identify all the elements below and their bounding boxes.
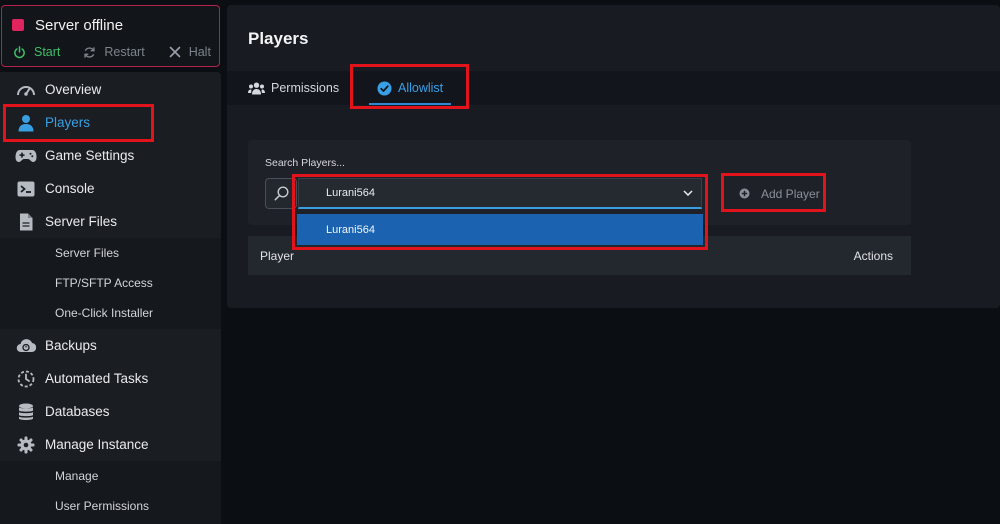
tab-permissions[interactable]: Permissions bbox=[248, 71, 339, 105]
column-actions: Actions bbox=[853, 248, 893, 263]
server-status-panel: Server offline Start Restart Halt bbox=[1, 5, 220, 67]
file-icon bbox=[15, 212, 37, 232]
sidebar-label-players: Players bbox=[45, 115, 91, 130]
search-label: Search Players... bbox=[265, 157, 345, 169]
player-select[interactable]: Lurani564 bbox=[298, 178, 702, 209]
submenu-item-manage[interactable]: Manage bbox=[55, 461, 98, 491]
database-icon bbox=[15, 402, 37, 422]
power-icon bbox=[14, 45, 25, 58]
clock-icon bbox=[15, 369, 37, 389]
sidebar-item-console[interactable]: Console bbox=[0, 172, 221, 205]
sidebar-label-databases: Databases bbox=[45, 404, 110, 419]
server-status: Server offline bbox=[12, 12, 123, 38]
chevron-down-icon bbox=[683, 190, 693, 196]
plus-circle-icon bbox=[739, 188, 750, 199]
player-select-value: Lurani564 bbox=[326, 187, 375, 199]
sidebar-item-databases[interactable]: Databases bbox=[0, 395, 221, 428]
sidebar-item-game-settings[interactable]: Game Settings bbox=[0, 139, 221, 172]
sidebar-item-overview[interactable]: Overview bbox=[0, 73, 221, 106]
sidebar-item-server-files[interactable]: Server Files bbox=[0, 205, 221, 238]
tab-bar: Permissions Allowlist bbox=[227, 71, 1000, 105]
tab-allowlist-label: Allowlist bbox=[398, 81, 444, 95]
tab-permissions-label: Permissions bbox=[271, 81, 340, 95]
search-icon bbox=[274, 186, 289, 201]
sidebar: Overview Players Game Settings Console S… bbox=[0, 72, 221, 524]
submenu-item-one-click-installer[interactable]: One-Click Installer bbox=[55, 298, 153, 328]
server-files-submenu: Server Files FTP/SFTP Access One-Click I… bbox=[0, 238, 221, 329]
user-icon bbox=[15, 113, 37, 133]
submenu-item-user-permissions[interactable]: User Permissions bbox=[55, 491, 149, 521]
gauge-icon bbox=[15, 80, 37, 100]
restart-label: Restart bbox=[104, 45, 145, 59]
restart-icon bbox=[84, 46, 96, 58]
gear-icon bbox=[15, 435, 37, 455]
sidebar-label-automated-tasks: Automated Tasks bbox=[45, 371, 149, 386]
sidebar-label-overview: Overview bbox=[45, 82, 102, 97]
sidebar-item-players[interactable]: Players bbox=[0, 106, 221, 139]
main-panel: Players Permissions Allowlist Search Pla… bbox=[227, 5, 1000, 308]
cloud-backup-icon bbox=[15, 336, 37, 356]
column-player: Player bbox=[260, 248, 295, 263]
sidebar-item-manage-instance[interactable]: Manage Instance bbox=[0, 428, 221, 461]
sidebar-label-game-settings: Game Settings bbox=[45, 148, 135, 163]
submenu-item-ftp-sftp[interactable]: FTP/SFTP Access bbox=[55, 268, 153, 298]
sidebar-label-manage-instance: Manage Instance bbox=[45, 437, 149, 452]
halt-label: Halt bbox=[188, 45, 211, 59]
check-circle-icon bbox=[377, 81, 392, 95]
manage-instance-submenu: Manage User Permissions bbox=[0, 461, 221, 524]
add-player-label: Add Player bbox=[761, 186, 820, 201]
power-controls: Start Restart Halt bbox=[2, 38, 219, 66]
search-button[interactable] bbox=[265, 178, 297, 209]
active-tab-indicator bbox=[369, 103, 452, 105]
dropdown-option-lurani564[interactable]: Lurani564 bbox=[297, 214, 703, 245]
add-player-button[interactable]: Add Player bbox=[729, 178, 827, 209]
offline-indicator-icon bbox=[12, 19, 24, 31]
sidebar-item-backups[interactable]: Backups bbox=[0, 329, 221, 362]
sidebar-label-backups: Backups bbox=[45, 338, 97, 353]
gamepad-icon bbox=[15, 146, 37, 166]
halt-button[interactable]: Halt bbox=[169, 38, 211, 66]
sidebar-item-automated-tasks[interactable]: Automated Tasks bbox=[0, 362, 221, 395]
search-card: Search Players... Lurani564 Add Player bbox=[248, 140, 911, 225]
sidebar-label-server-files: Server Files bbox=[45, 214, 118, 229]
tab-allowlist[interactable]: Allowlist bbox=[369, 71, 452, 105]
close-icon bbox=[169, 46, 181, 58]
submenu-item-server-files[interactable]: Server Files bbox=[55, 238, 119, 268]
start-label: Start bbox=[34, 45, 61, 59]
restart-button[interactable]: Restart bbox=[83, 38, 145, 66]
start-button[interactable]: Start bbox=[13, 38, 60, 66]
users-icon bbox=[248, 82, 265, 94]
server-status-text: Server offline bbox=[35, 16, 124, 34]
page-title: Players bbox=[248, 29, 309, 48]
terminal-icon bbox=[15, 179, 37, 199]
sidebar-label-console: Console bbox=[45, 181, 95, 196]
dropdown-option-label: Lurani564 bbox=[326, 223, 375, 236]
